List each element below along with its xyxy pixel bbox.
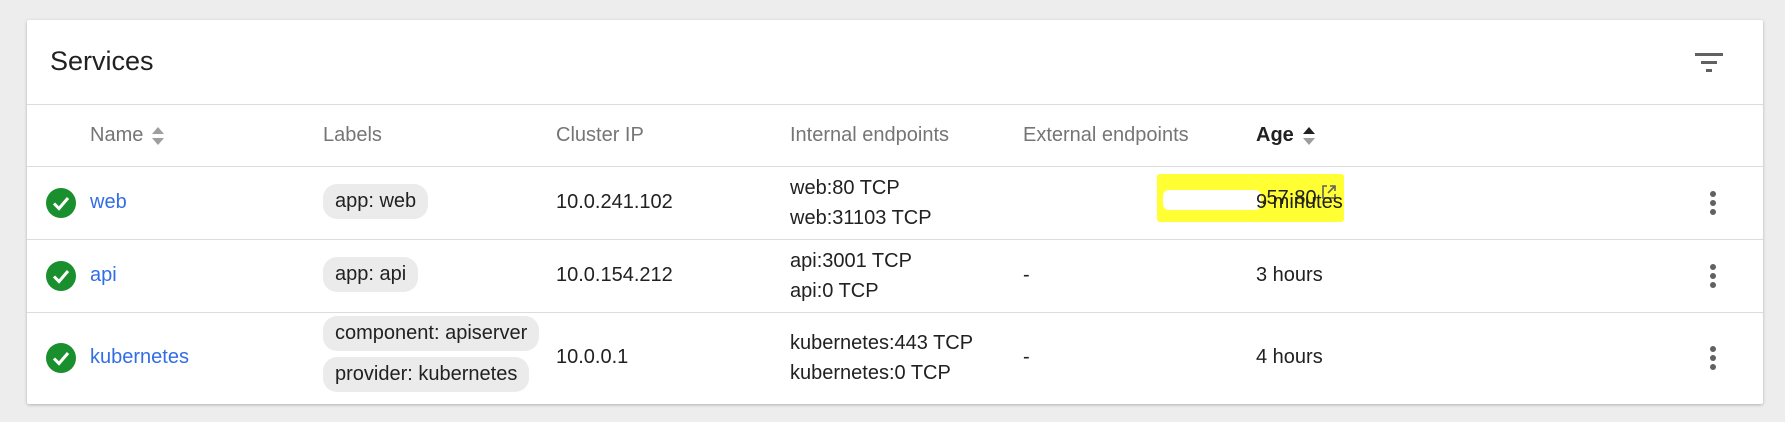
column-header-name[interactable]: Name [90, 124, 165, 147]
column-header-internal-endpoints: Internal endpoints [790, 124, 950, 146]
internal-endpoint: web:31103 TCP [790, 207, 932, 229]
labels-cell: component: apiserver provider: kubernete… [323, 316, 540, 392]
label-chip: app: web [323, 184, 429, 219]
column-header-external-endpoints: External endpoints [1023, 124, 1189, 146]
internal-endpoint: kubernetes:0 TCP [790, 362, 951, 384]
cluster-ip: 10.0.241.102 [556, 191, 673, 213]
internal-endpoints: api:3001 TCP api:0 TCP [790, 246, 912, 306]
check-circle-icon [46, 188, 76, 218]
check-circle-icon [46, 261, 76, 291]
more-vert-icon[interactable] [1708, 190, 1718, 216]
age: 3 hours [1256, 264, 1323, 286]
internal-endpoints: kubernetes:443 TCP kubernetes:0 TCP [790, 328, 973, 388]
label-chip: app: api [323, 257, 419, 292]
internal-endpoint: web:80 TCP [790, 177, 900, 199]
internal-endpoints: web:80 TCP web:31103 TCP [790, 173, 932, 233]
internal-endpoint: kubernetes:443 TCP [790, 332, 974, 354]
more-vert-icon[interactable] [1708, 263, 1718, 289]
card-title: Services [50, 46, 154, 76]
label-chip: component: apiserver [323, 316, 540, 351]
table-row: api app: api 10.0.154.212 api:3001 TCP a… [27, 240, 1763, 313]
sort-icon[interactable] [151, 125, 165, 147]
service-name-link[interactable]: web [90, 191, 127, 214]
service-name-link[interactable]: kubernetes [90, 346, 189, 369]
column-header-labels: Labels [323, 124, 382, 146]
internal-endpoint: api:0 TCP [790, 280, 879, 302]
redaction-mark [1163, 190, 1261, 210]
labels-cell: app: api [323, 257, 419, 292]
table-row: web app: web 10.0.241.102 web:80 TCP web… [27, 167, 1763, 240]
card-header: Services [27, 20, 1763, 105]
service-name-link[interactable]: api [90, 264, 117, 287]
internal-endpoint: api:3001 TCP [790, 250, 912, 272]
cluster-ip: 10.0.0.1 [556, 346, 629, 368]
column-header-age[interactable]: Age [1256, 124, 1316, 147]
column-header-age-label: Age [1256, 124, 1294, 146]
external-endpoint: - [1023, 346, 1030, 368]
age: 4 hours [1256, 346, 1323, 368]
check-circle-icon [46, 343, 76, 373]
filter-icon[interactable] [1693, 50, 1725, 76]
external-endpoint: - [1023, 264, 1030, 286]
table-row: kubernetes component: apiserver provider… [27, 313, 1763, 404]
sort-ascending-icon[interactable] [1302, 125, 1316, 147]
column-header-name-label: Name [90, 124, 144, 146]
age: 9 minutes [1256, 191, 1343, 213]
more-vert-icon[interactable] [1708, 345, 1718, 371]
labels-cell: app: web [323, 184, 429, 219]
label-chip: provider: kubernetes [323, 357, 530, 392]
table-header-row: Name Labels Cluster IP Internal endpoint… [27, 105, 1763, 167]
services-card: Services Name Labels Cluster IP Internal… [27, 20, 1763, 404]
column-header-cluster-ip: Cluster IP [556, 124, 644, 146]
cluster-ip: 10.0.154.212 [556, 264, 673, 286]
